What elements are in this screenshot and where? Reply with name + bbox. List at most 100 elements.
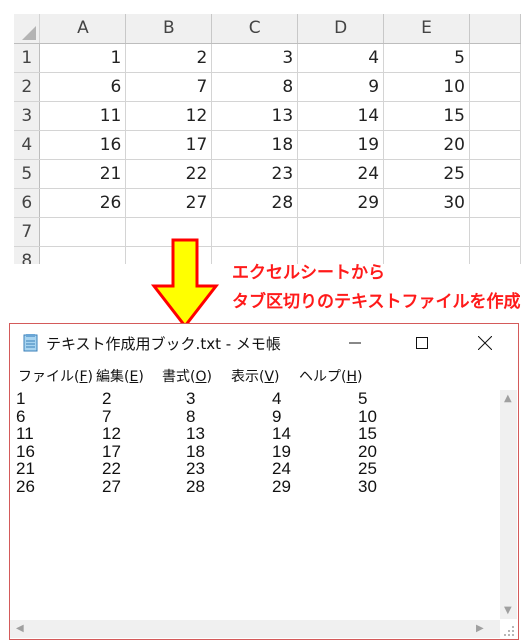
- sheet-cell[interactable]: 8: [211, 72, 299, 102]
- horizontal-scrollbar[interactable]: ◀ ▶: [10, 620, 500, 638]
- text-value: 29: [272, 476, 291, 496]
- column-header-d[interactable]: D: [297, 14, 385, 44]
- sheet-cell[interactable]: 12: [125, 101, 213, 131]
- window-title: テキスト作成用ブック.txt - メモ帳: [46, 335, 281, 353]
- notepad-icon: [22, 333, 40, 353]
- row-header[interactable]: 1: [14, 43, 41, 73]
- minimize-button[interactable]: [332, 324, 378, 362]
- text-value: 11: [16, 424, 34, 444]
- scroll-down-icon[interactable]: ▼: [504, 605, 512, 616]
- sheet-cell[interactable]: 18: [211, 130, 299, 160]
- sheet-cell[interactable]: 19: [297, 130, 385, 160]
- sheet-cell[interactable]: 24: [297, 159, 385, 189]
- sheet-cell[interactable]: 1: [39, 43, 127, 73]
- sheet-cell[interactable]: [469, 217, 521, 247]
- sheet-cell[interactable]: 6: [39, 72, 127, 102]
- sheet-cell[interactable]: 29: [297, 188, 385, 218]
- scroll-left-icon[interactable]: ◀: [16, 623, 24, 634]
- close-button[interactable]: [462, 324, 508, 362]
- sheet-cell[interactable]: 28: [211, 188, 299, 218]
- sheet-cell[interactable]: [469, 72, 521, 102]
- sheet-cell[interactable]: 11: [39, 101, 127, 131]
- menu-view-end: ): [274, 369, 280, 385]
- sheet-cell[interactable]: [383, 217, 470, 247]
- column-header-e[interactable]: E: [383, 14, 470, 44]
- sheet-row: 2 6 7 8 9 10: [14, 72, 521, 102]
- sheet-cell[interactable]: 7: [125, 72, 213, 102]
- text-value: 20: [358, 441, 377, 461]
- sheet-cell[interactable]: [469, 188, 521, 218]
- text-line: 6 7 8 9 10: [10, 406, 494, 426]
- sheet-cell[interactable]: 17: [125, 130, 213, 160]
- sheet-row: 7: [14, 217, 521, 247]
- select-all-button[interactable]: [14, 14, 41, 44]
- sheet-cell[interactable]: 3: [211, 43, 299, 73]
- menu-edit-end: ): [138, 369, 144, 385]
- sheet-cell[interactable]: [469, 101, 521, 131]
- row-header[interactable]: 7: [14, 217, 41, 247]
- sheet-cell[interactable]: [469, 159, 521, 189]
- sheet-cell[interactable]: 5: [383, 43, 470, 73]
- resize-grip-icon[interactable]: [502, 623, 516, 637]
- text-line: 16 17 18 19 20: [10, 441, 494, 461]
- sheet-cell[interactable]: [211, 217, 299, 247]
- row-header[interactable]: 5: [14, 159, 41, 189]
- sheet-cell[interactable]: [297, 217, 385, 247]
- text-value: 22: [102, 459, 121, 479]
- menu-format-end: ): [206, 369, 212, 385]
- menu-edit[interactable]: 編集(E): [96, 366, 144, 386]
- sheet-cell[interactable]: 27: [125, 188, 213, 218]
- sheet-cell[interactable]: 25: [383, 159, 470, 189]
- column-header-b[interactable]: B: [125, 14, 213, 44]
- menu-edit-label: 編集(: [96, 369, 130, 385]
- column-header-row: A B C D E: [14, 14, 521, 44]
- text-value: 7: [102, 406, 112, 426]
- sheet-cell[interactable]: 20: [383, 130, 470, 160]
- column-header-f[interactable]: [469, 14, 521, 44]
- menu-help[interactable]: ヘルプ(H): [299, 366, 362, 386]
- sheet-cell[interactable]: [383, 246, 470, 264]
- sheet-cell[interactable]: 26: [39, 188, 127, 218]
- row-header[interactable]: 4: [14, 130, 41, 160]
- row-header[interactable]: 2: [14, 72, 41, 102]
- sheet-cell[interactable]: [469, 246, 521, 264]
- sheet-cell[interactable]: 14: [297, 101, 385, 131]
- sheet-cell[interactable]: 16: [39, 130, 127, 160]
- vertical-scrollbar[interactable]: ▲ ▼: [500, 390, 517, 619]
- sheet-cell[interactable]: [39, 217, 127, 247]
- menu-view[interactable]: 表示(V): [231, 366, 280, 386]
- sheet-cell[interactable]: 22: [125, 159, 213, 189]
- row-header[interactable]: 6: [14, 188, 41, 218]
- title-bar[interactable]: テキスト作成用ブック.txt - メモ帳: [10, 324, 518, 362]
- sheet-cell[interactable]: 15: [383, 101, 470, 131]
- sheet-cell[interactable]: [469, 130, 521, 160]
- menu-format[interactable]: 書式(O): [162, 366, 212, 386]
- text-value: 5: [358, 389, 368, 408]
- maximize-button[interactable]: [399, 324, 445, 362]
- sheet-cell[interactable]: 2: [125, 43, 213, 73]
- scroll-right-icon[interactable]: ▶: [476, 623, 484, 634]
- column-header-a[interactable]: A: [39, 14, 127, 44]
- sheet-cell[interactable]: 13: [211, 101, 299, 131]
- sheet-cell[interactable]: 4: [297, 43, 385, 73]
- sheet-cell[interactable]: [39, 246, 127, 264]
- sheet-cell[interactable]: 23: [211, 159, 299, 189]
- text-value: 25: [358, 459, 377, 479]
- row-header[interactable]: 8: [14, 246, 41, 264]
- text-value: 10: [358, 406, 377, 426]
- excel-sheet: A B C D E 1 1 2 3 4 5 2 6 7 8 9 10 3 11 12 13 14 15 4 16 17 1…: [14, 14, 521, 264]
- caption-line-1: エクセルシートから: [232, 263, 385, 283]
- row-header[interactable]: 3: [14, 101, 41, 131]
- sheet-row: 112345: [14, 43, 521, 73]
- column-header-c[interactable]: C: [211, 14, 299, 44]
- sheet-cell[interactable]: 30: [383, 188, 470, 218]
- sheet-cell[interactable]: [469, 43, 521, 73]
- menu-file[interactable]: ファイル(F): [18, 366, 93, 386]
- menu-file-key: F: [79, 369, 88, 385]
- sheet-cell[interactable]: 9: [297, 72, 385, 102]
- close-icon: [478, 336, 492, 350]
- sheet-cell[interactable]: 10: [383, 72, 470, 102]
- scroll-up-icon[interactable]: ▲: [504, 393, 512, 404]
- sheet-cell[interactable]: 21: [39, 159, 127, 189]
- text-editor-area[interactable]: 1 2 3 4 5 6 7 8 9 10 11 12 13 14 15 16 17 18 19 20 21 22 23 24 2…: [10, 390, 494, 619]
